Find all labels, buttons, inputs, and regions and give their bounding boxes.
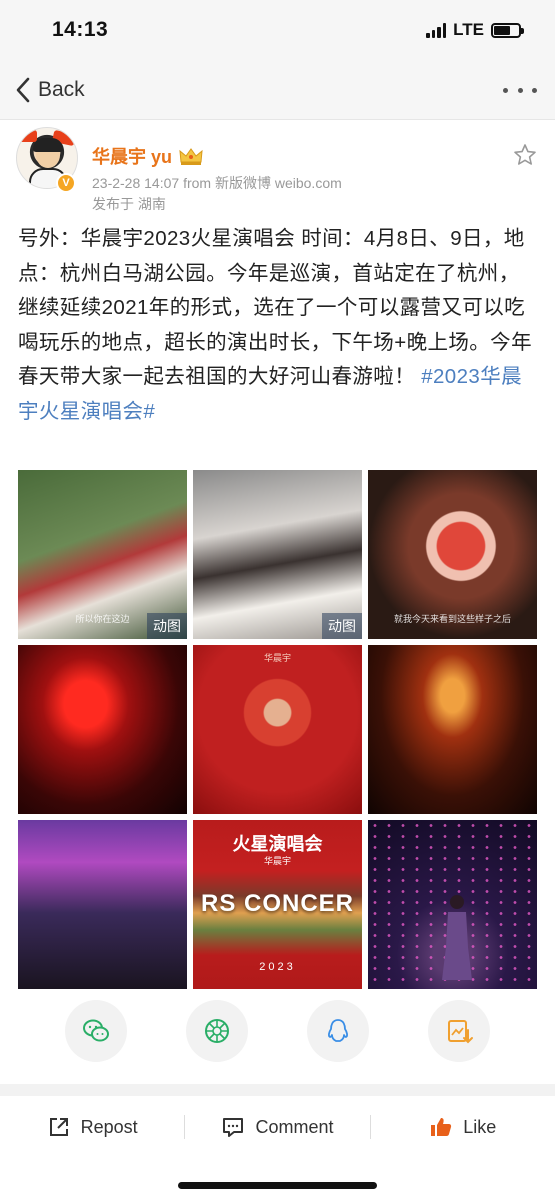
share-qq-button[interactable]	[306, 1000, 369, 1062]
home-indicator	[178, 1182, 377, 1189]
image-tile-2[interactable]: 动图	[193, 470, 362, 639]
thumbs-up-icon	[431, 1118, 452, 1136]
comment-label: Comment	[255, 1116, 334, 1137]
post-body: 号外：华晨宇2023火星演唱会 时间：4月8日、9日，地点：杭州白马湖公园。今年…	[18, 222, 538, 430]
singer-silhouette	[442, 895, 472, 980]
back-button[interactable]: Back	[14, 76, 85, 104]
image-tile-7[interactable]	[18, 820, 187, 989]
action-bar: Repost Comment Like	[0, 1097, 555, 1157]
verified-v-icon: V	[56, 173, 76, 193]
crown-badge-icon	[179, 148, 203, 165]
back-label: Back	[38, 78, 85, 101]
more-dots-icon[interactable]	[503, 80, 537, 100]
image-tile-9[interactable]	[368, 820, 537, 989]
image-caption: 就我今天来看到这些样子之后	[393, 614, 511, 624]
poster-subtitle: 华晨宇	[263, 856, 291, 866]
qq-icon	[327, 1019, 348, 1042]
wechat-icon	[83, 1019, 110, 1042]
comment-button[interactable]: Comment	[185, 1115, 369, 1139]
image-grid: 所以你在这边 动图 动图 就我今天来看到这些样子之后 华晨宇 火星演唱会 华晨宇…	[18, 470, 538, 989]
image-caption: 华晨宇	[263, 653, 291, 663]
chevron-left-icon	[16, 77, 30, 103]
share-wechat-button[interactable]	[65, 1000, 128, 1062]
image-tile-4[interactable]	[18, 645, 187, 814]
share-moments-button[interactable]	[186, 1000, 249, 1062]
image-tile-6[interactable]	[368, 645, 537, 814]
favorite-star-icon[interactable]	[513, 143, 537, 167]
section-divider	[0, 1084, 555, 1096]
save-image-button[interactable]	[427, 1000, 490, 1062]
like-label: Like	[463, 1116, 497, 1137]
network-label: LTE	[453, 20, 484, 39]
poster-title: 火星演唱会	[232, 834, 323, 854]
status-bar: 14:13 LTE	[0, 0, 555, 60]
like-button[interactable]: Like	[371, 1115, 555, 1139]
username-row: 华晨宇 yu	[92, 143, 204, 169]
poster-year: 2023	[259, 961, 296, 973]
image-tile-8[interactable]: 火星演唱会 华晨宇 RS CONCER 2023	[193, 820, 362, 989]
repost-label: Repost	[80, 1116, 138, 1137]
post-meta: 23-2-28 14:07 from 新版微博 weibo.com	[92, 175, 342, 191]
repost-button[interactable]: Repost	[0, 1115, 184, 1139]
username[interactable]: 华晨宇 yu	[92, 143, 172, 169]
gif-badge: 动图	[322, 613, 362, 639]
poster-banner: RS CONCER	[200, 890, 354, 917]
image-tile-5[interactable]: 华晨宇	[193, 645, 362, 814]
repost-icon	[49, 1118, 68, 1136]
save-image-icon	[447, 1020, 473, 1044]
image-tile-3[interactable]: 就我今天来看到这些样子之后	[368, 470, 537, 639]
share-row	[0, 1000, 555, 1080]
nav-bar: Back	[0, 60, 555, 120]
comment-icon	[223, 1118, 244, 1137]
post-location: 发布于 湖南	[92, 196, 166, 212]
status-indicators: LTE	[426, 20, 524, 40]
status-time: 14:13	[52, 18, 109, 41]
moments-icon	[205, 1019, 230, 1043]
signal-icon	[426, 22, 447, 38]
post-header: V 华晨宇 yu 23-2-28 14:07 from 新版微博 weibo.c…	[0, 121, 555, 216]
image-tile-1[interactable]: 所以你在这边 动图	[18, 470, 187, 639]
gif-badge: 动图	[147, 613, 187, 639]
battery-icon	[491, 22, 524, 38]
